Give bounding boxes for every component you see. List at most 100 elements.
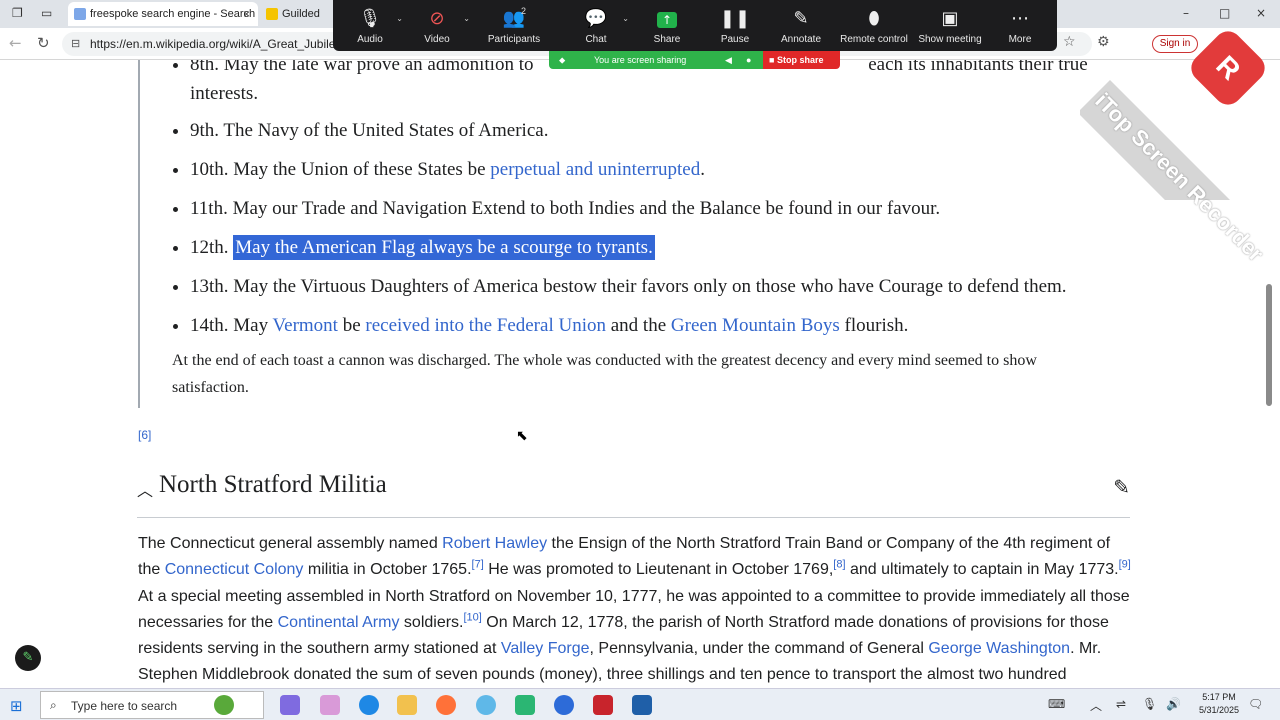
notifications-icon[interactable]: 🗨 xyxy=(1248,697,1263,711)
participants-label: Participants xyxy=(487,34,541,45)
snipping-tool-icon[interactable] xyxy=(320,695,340,715)
toast-text: be xyxy=(337,315,366,336)
toast-text: 13th. May the Virtuous Daughters of Amer… xyxy=(190,276,1067,297)
screen-recorder-app-icon[interactable] xyxy=(593,695,613,715)
list-item: 9th. The Navy of the United States of Am… xyxy=(190,118,1116,144)
reference-link[interactable]: [10] xyxy=(464,612,482,624)
workspaces-icon[interactable]: ❐ xyxy=(12,6,26,20)
section-header[interactable]: ︿ North Stratford Militia ✎ xyxy=(137,471,1130,518)
close-tab-icon[interactable]: × xyxy=(243,7,250,21)
keyboard-icon[interactable]: ⌨ xyxy=(1048,697,1065,711)
show-meeting-icon: ▣ xyxy=(941,8,959,29)
shield-app-icon[interactable] xyxy=(632,695,652,715)
list-item: 11th. May our Trade and Navigation Exten… xyxy=(190,196,1116,222)
back-icon[interactable]: ← xyxy=(9,34,22,52)
show-meeting-label: Show meeting xyxy=(918,34,982,45)
chevron-down-icon[interactable]: ⌄ xyxy=(622,14,629,23)
link-continental-army[interactable]: Continental Army xyxy=(278,614,400,631)
toast-list: 8th. May the late war prove an admonitio… xyxy=(176,60,1116,352)
paragraph-text: militia in October 1765. xyxy=(303,561,472,579)
reference-link[interactable]: [7] xyxy=(472,559,484,571)
list-item: 10th. May the Union of these States be p… xyxy=(190,157,1116,183)
copilot-icon[interactable] xyxy=(280,695,300,715)
chevron-down-icon[interactable]: ⌄ xyxy=(463,14,470,23)
link-vermont[interactable]: Vermont xyxy=(273,315,338,336)
list-item: 12th. May the American Flag always be a … xyxy=(190,235,1116,261)
link-connecticut-colony[interactable]: Connecticut Colony xyxy=(165,561,304,578)
windows-start-icon[interactable]: ⊞ xyxy=(10,697,23,715)
edge-browser-icon[interactable] xyxy=(359,695,379,715)
favorite-star-icon[interactable]: ☆ xyxy=(1063,34,1076,50)
chevron-up-icon[interactable]: ︿ xyxy=(137,477,153,501)
video-button[interactable]: ⊘ ⌄ Video xyxy=(402,4,472,45)
mouse-icon: ⬮ xyxy=(868,8,880,29)
tab-freespoke[interactable]: freespoke search engine - Search × xyxy=(68,2,258,26)
paragraph-text: soldiers. xyxy=(399,613,464,631)
toast-text: 11th. May our Trade and Navigation Exten… xyxy=(190,198,941,219)
firefox-icon[interactable] xyxy=(436,695,456,715)
pause-button[interactable]: ❚❚ Pause xyxy=(700,4,770,45)
toast-text: 12th. xyxy=(190,237,234,258)
audio-button[interactable]: 🎙 ⌄ Audio xyxy=(335,4,405,45)
green-app-icon[interactable] xyxy=(515,695,535,715)
maximize-icon[interactable]: □ xyxy=(1219,6,1230,20)
link-green-mountain-boys[interactable]: Green Mountain Boys xyxy=(671,315,840,336)
guilded-favicon-icon xyxy=(266,8,278,20)
tab-guilded[interactable]: Guilded xyxy=(260,2,335,26)
search-icon: ⌕ xyxy=(50,698,57,712)
list-item: 13th. May the Virtuous Daughters of Amer… xyxy=(190,274,1116,300)
tab-title: freespoke search engine - Search xyxy=(90,8,256,20)
video-off-icon: ⊘ xyxy=(429,8,445,29)
system-clock[interactable]: 5:17 PM 5/31/2025 xyxy=(1196,691,1242,717)
pause-icon: ❚❚ xyxy=(719,8,751,29)
parrot-app-icon[interactable] xyxy=(214,695,234,715)
annotate-button[interactable]: ✎ Annotate xyxy=(766,4,836,45)
link-valley-forge[interactable]: Valley Forge xyxy=(501,640,590,657)
participants-button[interactable]: 👥 2 Participants xyxy=(479,4,549,45)
microphone-icon: 🎙 xyxy=(358,8,382,29)
tab-actions-icon[interactable]: ▭ xyxy=(41,6,55,20)
url-text: https://en.m.wikipedia.org/wiki/A_Great_… xyxy=(90,37,349,51)
browser-app-icon[interactable] xyxy=(476,695,496,715)
network-icon[interactable]: ⇌ xyxy=(1116,697,1126,711)
minimize-icon[interactable]: – xyxy=(1183,6,1189,20)
paragraph-text: The Connecticut general assembly named xyxy=(138,535,443,552)
link-robert-hawley[interactable]: Robert Hawley xyxy=(442,535,547,552)
annotation-pen-button[interactable]: ✎ xyxy=(15,645,41,671)
tray-chevron-up-icon[interactable]: ︿ xyxy=(1090,697,1102,714)
reference-link[interactable]: [8] xyxy=(833,559,845,571)
share-button[interactable]: ↑ Share xyxy=(632,4,702,45)
selected-text[interactable]: May the American Flag always be a scourg… xyxy=(233,235,655,260)
sign-in-button[interactable]: Sign in xyxy=(1152,35,1198,53)
reference-link[interactable]: [6] xyxy=(138,428,151,442)
windows-taskbar: ⊞ ⌕ Type here to search ⌨ ︿ ⇌ 🎙 🔊 5:17 P… xyxy=(0,688,1280,720)
paragraph-text: , Pennsylvania, under the command of Gen… xyxy=(589,640,929,658)
remote-control-button[interactable]: ⬮ Remote control xyxy=(839,4,909,45)
show-meeting-button[interactable]: ▣ Show meeting xyxy=(915,4,985,45)
mouse-cursor-icon: ⬉ xyxy=(516,428,528,444)
more-button[interactable]: ⋯ More xyxy=(985,4,1055,45)
toast-text: 14th. May xyxy=(190,315,273,336)
paragraph-text: and ultimately to captain in May 1773. xyxy=(845,561,1119,579)
reference-link[interactable]: [9] xyxy=(1119,559,1131,571)
edit-pencil-icon[interactable]: ✎ xyxy=(1113,475,1130,499)
extensions-icon[interactable]: ⚙ xyxy=(1097,34,1110,50)
link-federal-union[interactable]: received into the Federal Union xyxy=(365,315,606,336)
refresh-icon[interactable]: ↻ xyxy=(37,34,50,52)
pen-icon: ✎ xyxy=(22,650,34,665)
zoom-app-icon[interactable] xyxy=(554,695,574,715)
chat-button[interactable]: 💬 ⌄ Chat xyxy=(561,4,631,45)
participants-icon: 👥 xyxy=(502,8,526,29)
link-george-washington[interactable]: George Washington xyxy=(928,640,1070,657)
remote-control-label: Remote control xyxy=(840,34,908,45)
list-item: 8th. May the late war prove an admonitio… xyxy=(190,60,1116,108)
link-perpetual-union[interactable]: perpetual and uninterrupted xyxy=(490,159,700,180)
section-paragraph: The Connecticut general assembly named R… xyxy=(138,531,1132,688)
share-label: Share xyxy=(653,34,681,45)
file-explorer-icon[interactable] xyxy=(397,695,417,715)
page-scrollbar-thumb[interactable] xyxy=(1266,284,1272,406)
volume-icon[interactable]: 🔊 xyxy=(1166,697,1181,711)
site-info-icon[interactable]: ⊟ xyxy=(71,37,80,50)
close-window-icon[interactable]: × xyxy=(1256,6,1266,20)
microphone-tray-icon[interactable]: 🎙 xyxy=(1142,697,1157,711)
